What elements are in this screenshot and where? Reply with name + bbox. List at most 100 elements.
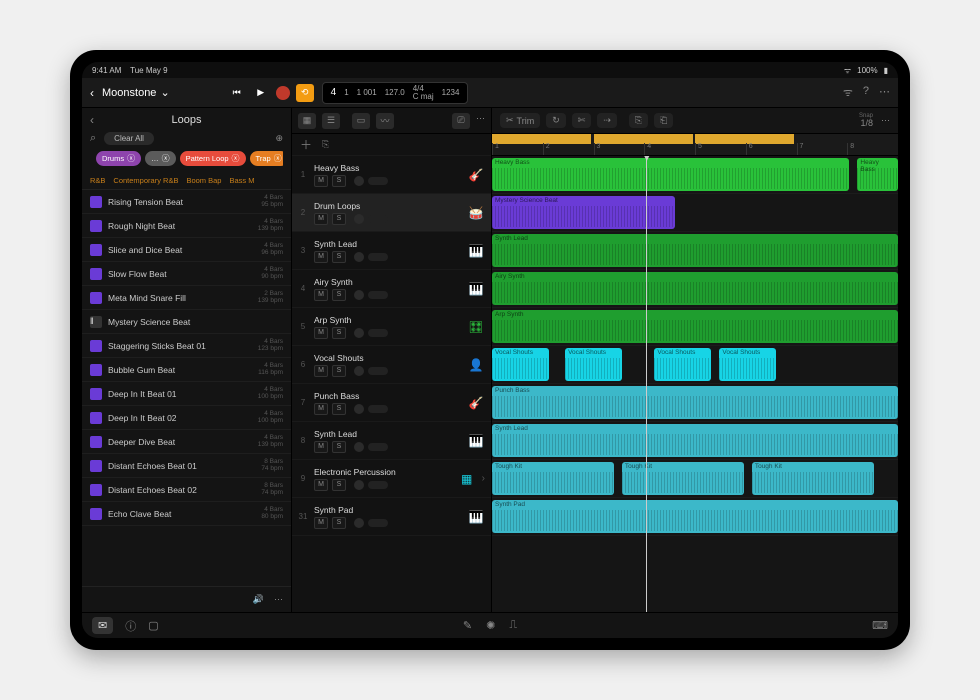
track-lane[interactable]: Airy Synth [492, 270, 898, 308]
volume-knob[interactable] [354, 480, 364, 490]
track-toolbar-more-icon[interactable]: ⋯ [476, 113, 485, 129]
track-lane[interactable]: Punch Bass [492, 384, 898, 422]
back-button[interactable]: ‹ [90, 86, 94, 100]
solo-button[interactable]: S [332, 479, 346, 491]
track-lane[interactable]: Tough KitTough KitTough Kit [492, 460, 898, 498]
region[interactable]: Tough Kit [622, 462, 744, 495]
region[interactable]: Synth Lead [492, 424, 898, 457]
subcategory-item[interactable]: Boom Bap [186, 176, 221, 185]
region[interactable]: Heavy Bass [857, 158, 898, 191]
region[interactable]: Mystery Science Beat＋ [492, 196, 675, 229]
loop-item[interactable]: Distant Echoes Beat 02 8 Bars74 bpm [82, 478, 291, 502]
timeline-more-icon[interactable]: ⋯ [881, 115, 890, 126]
close-icon[interactable]: ⓧ [274, 153, 282, 164]
keyboard-button[interactable]: ⌨ [872, 619, 888, 632]
region[interactable]: Vocal Shouts [492, 348, 549, 381]
track-lane[interactable]: Heavy BassHeavy Bass [492, 156, 898, 194]
filter-pill[interactable]: Pattern Loopⓧ [180, 151, 246, 166]
mute-button[interactable]: M [314, 441, 328, 453]
search-icon[interactable]: ⌕ [90, 132, 96, 145]
instrument-icon[interactable]: 🎛 [467, 318, 485, 336]
track-header[interactable]: 3 Synth Lead M S 🎹 [292, 232, 491, 270]
pan-slider[interactable] [368, 253, 388, 261]
track-header[interactable]: 8 Synth Lead M S 🎹 [292, 422, 491, 460]
track-header[interactable]: 9 Electronic Percussion M S ▦ › [292, 460, 491, 498]
loop-item[interactable]: Echo Clave Beat 4 Bars80 bpm [82, 502, 291, 526]
solo-button[interactable]: S [332, 441, 346, 453]
region[interactable]: Tough Kit [492, 462, 614, 495]
pencil-button[interactable]: ✎ [463, 619, 472, 632]
mixer-button[interactable]: ⎍ [509, 619, 517, 632]
mute-button[interactable]: M [314, 365, 328, 377]
solo-button[interactable]: S [332, 365, 346, 377]
info-button[interactable]: ⓘ [125, 618, 136, 634]
grid-view-icon[interactable]: ▦ [298, 113, 316, 129]
track-lane[interactable]: Mystery Science Beat＋ [492, 194, 898, 232]
play-button[interactable]: ▶ [252, 84, 270, 102]
sidebar-back-icon[interactable]: ‹ [90, 113, 94, 127]
track-lane[interactable]: Synth Lead [492, 422, 898, 460]
track-header[interactable]: 2 Drum Loops M S 🥁 [292, 194, 491, 232]
rewind-button[interactable]: ⏮ [228, 84, 246, 102]
pan-slider[interactable] [368, 329, 388, 337]
solo-button[interactable]: S [332, 213, 346, 225]
volume-knob[interactable] [354, 404, 364, 414]
list-view-icon[interactable]: ☰ [322, 113, 340, 129]
loop-item[interactable]: Distant Echoes Beat 01 8 Bars74 bpm [82, 454, 291, 478]
toolbar-menu-icon[interactable]: ⋯ [879, 85, 890, 100]
mute-button[interactable]: M [314, 403, 328, 415]
subcategory-item[interactable]: R&B [90, 176, 105, 185]
region[interactable]: Synth Lead [492, 234, 898, 267]
volume-knob[interactable] [354, 176, 364, 186]
loop-item[interactable]: Rising Tension Beat 4 Bars95 bpm [82, 190, 291, 214]
filter-pill[interactable]: …ⓧ [145, 151, 176, 166]
region[interactable]: Airy Synth [492, 272, 898, 305]
lcd-display[interactable]: 4 1 1 001 127.0 4/4 C maj 1234 [322, 82, 469, 104]
sidebar-more-icon[interactable]: ⋯ [274, 594, 283, 605]
track-lanes[interactable]: Heavy BassHeavy BassMystery Science Beat… [492, 156, 898, 612]
region[interactable]: Vocal Shouts [654, 348, 711, 381]
track-lane[interactable]: Synth Pad [492, 498, 898, 536]
solo-button[interactable]: S [332, 327, 346, 339]
filter-pill[interactable]: Trapⓧ [250, 151, 283, 166]
subcategory-row[interactable]: R&BContemporary R&BBoom BapBass M [82, 172, 291, 190]
loop-tool-icon[interactable]: ↻ [546, 113, 566, 128]
join-icon[interactable]: ⇢ [597, 113, 617, 128]
volume-knob[interactable] [354, 214, 364, 224]
filter-add-icon[interactable]: ⊕ [275, 133, 283, 144]
pan-slider[interactable] [368, 519, 388, 527]
mute-button[interactable]: M [314, 517, 328, 529]
paste-icon[interactable]: ⎗ [654, 113, 673, 128]
pan-slider[interactable] [368, 291, 388, 299]
mute-button[interactable]: M [314, 213, 328, 225]
duplicate-track-button[interactable]: ⎘ [322, 139, 329, 150]
track-lane[interactable]: Synth Lead [492, 232, 898, 270]
volume-knob[interactable] [354, 518, 364, 528]
loop-item[interactable]: Meta Mind Snare Fill 2 Bars139 bpm [82, 286, 291, 310]
loop-item[interactable]: Deeper Dive Beat 4 Bars139 bpm [82, 430, 291, 454]
track-header[interactable]: 6 Vocal Shouts M S 👤 [292, 346, 491, 384]
close-icon[interactable]: ⓧ [127, 153, 135, 164]
solo-button[interactable]: S [332, 251, 346, 263]
record-button[interactable] [276, 86, 290, 100]
mute-button[interactable]: M [314, 327, 328, 339]
loop-button[interactable]: ⟲ [296, 84, 314, 102]
instrument-icon[interactable]: 🎹 [467, 280, 485, 298]
volume-knob[interactable] [354, 366, 364, 376]
instrument-icon[interactable]: 🎹 [467, 508, 485, 526]
close-icon[interactable]: ⓧ [162, 153, 170, 164]
clear-all-button[interactable]: Clear All [104, 132, 154, 145]
snap-label[interactable]: Snap 1/8 [859, 113, 873, 128]
scissors-icon[interactable]: ✄ [572, 113, 592, 128]
region[interactable]: Synth Pad [492, 500, 898, 533]
track-header[interactable]: 7 Punch Bass M S 🎸 [292, 384, 491, 422]
solo-button[interactable]: S [332, 517, 346, 529]
solo-button[interactable]: S [332, 175, 346, 187]
copy-icon[interactable]: ⎘ [629, 113, 648, 128]
region[interactable]: Punch Bass [492, 386, 898, 419]
mute-button[interactable]: M [314, 175, 328, 187]
volume-knob[interactable] [354, 442, 364, 452]
loop-item[interactable]: Slow Flow Beat 4 Bars90 bpm [82, 262, 291, 286]
region[interactable]: Vocal Shouts [565, 348, 622, 381]
pan-slider[interactable] [368, 367, 388, 375]
